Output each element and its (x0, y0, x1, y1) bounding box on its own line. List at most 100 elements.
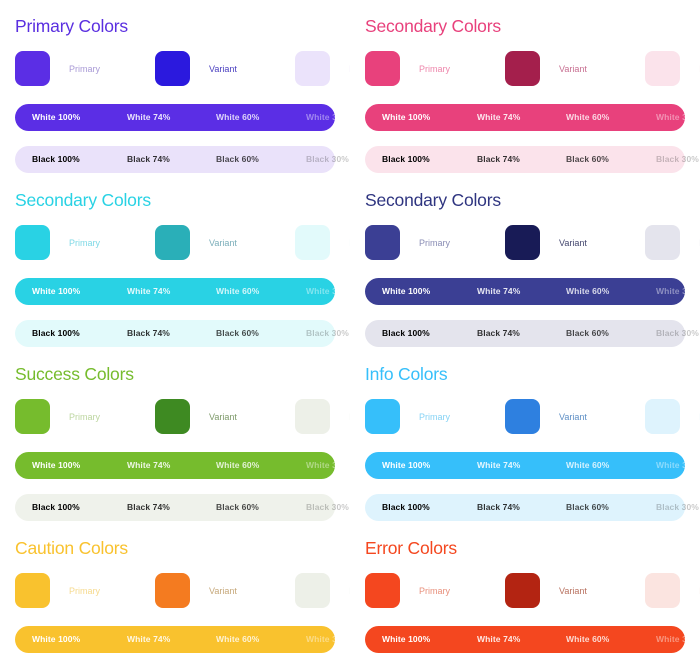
ramp-cell-white-2: White 60% (566, 634, 610, 644)
swatch-cell-variant[interactable]: Variant (155, 225, 295, 260)
ramp-cell-white-1: White 74% (127, 634, 171, 644)
ramp-cell-white-1: White 74% (127, 112, 171, 122)
swatch-cell-variant[interactable]: Variant (155, 399, 295, 434)
color-chip-variant[interactable] (505, 573, 540, 608)
swatch-cell-variant[interactable]: Variant (505, 225, 645, 260)
color-chip-light[interactable] (645, 51, 680, 86)
color-chip-primary[interactable] (15, 51, 50, 86)
color-chip-variant[interactable] (505, 51, 540, 86)
swatch-label-variant: Variant (209, 585, 237, 596)
white-ramp-bar: White 100% White 74% White 60% White 30% (15, 451, 349, 479)
swatch-label-variant: Variant (559, 411, 587, 422)
swatch-cell-primary[interactable]: Primary (365, 399, 505, 434)
swatch-cell-light[interactable]: Light (295, 399, 350, 434)
palette-section: Caution Colors Primary Variant Light White 1… (0, 522, 350, 663)
swatch-cell-light[interactable]: Light (645, 399, 700, 434)
swatch-cell-variant[interactable]: Variant (505, 573, 645, 608)
swatch-label-variant: Variant (559, 585, 587, 596)
ramp-cell-black-1: Black 74% (477, 328, 520, 338)
swatch-cell-primary[interactable]: Primary (365, 573, 505, 608)
color-chip-variant[interactable] (155, 399, 190, 434)
color-chip-primary[interactable] (15, 573, 50, 608)
swatch-row: Primary Variant Light (365, 43, 700, 95)
ramp-cell-black-1: Black 74% (477, 502, 520, 512)
swatch-cell-primary[interactable]: Primary (15, 51, 155, 86)
section-title: Success Colors (15, 364, 134, 384)
color-chip-light[interactable] (295, 51, 330, 86)
ramp-cell-white-0: White 100% (32, 112, 81, 122)
color-chip-light[interactable] (295, 225, 330, 260)
swatch-cell-light[interactable]: Light (645, 573, 700, 608)
section-title: Primary Colors (15, 16, 128, 36)
palette-section: Primary Colors Primary Variant Light White 1… (0, 0, 350, 174)
section-title: Caution Colors (15, 538, 128, 558)
color-chip-primary[interactable] (15, 225, 50, 260)
color-chip-primary[interactable] (365, 573, 400, 608)
section-title: Secondary Colors (15, 190, 151, 210)
color-chip-variant[interactable] (155, 51, 190, 86)
ramp-cell-white-3: White 30% (656, 634, 700, 644)
swatch-cell-light[interactable]: Light (645, 51, 700, 86)
swatch-row: Primary Variant Light (365, 217, 700, 269)
swatch-row: Primary Variant Light (365, 565, 700, 617)
ramp-cell-white-0: White 100% (382, 286, 431, 296)
swatch-cell-light[interactable]: Light (295, 51, 350, 86)
swatch-row: Primary Variant Light (15, 217, 350, 269)
color-chip-light[interactable] (645, 225, 680, 260)
palette-section: Secondary Colors Primary Variant Light White… (0, 174, 350, 348)
color-chip-primary[interactable] (365, 51, 400, 86)
color-chip-light[interactable] (645, 573, 680, 608)
black-ramp-bar: Black 100% Black 74% Black 60% Black 30% (365, 319, 699, 347)
color-chip-variant[interactable] (505, 225, 540, 260)
color-chip-light[interactable] (295, 573, 330, 608)
palette-section: Error Colors Primary Variant Light White 100… (350, 522, 700, 663)
ramp-cell-white-0: White 100% (382, 112, 431, 122)
swatch-cell-primary[interactable]: Primary (365, 51, 505, 86)
black-ramp-bar: Black 100% Black 74% Black 60% Black 30% (15, 319, 349, 347)
swatch-cell-light[interactable]: Light (645, 225, 700, 260)
swatch-cell-primary[interactable]: Primary (15, 573, 155, 608)
white-ramp-bar: White 100% White 74% White 60% White 30% (15, 103, 349, 131)
ramp-cell-white-3: White 30% (306, 286, 350, 296)
black-ramp-bar: Black 100% Black 74% Black 60% Black 30% (15, 145, 349, 173)
swatch-cell-light[interactable]: Light (295, 225, 350, 260)
ramp-cell-white-1: White 74% (127, 286, 171, 296)
color-chip-variant[interactable] (155, 573, 190, 608)
black-ramp-bar: Black 100% Black 74% Black 60% Black 30% (365, 493, 699, 521)
swatch-row: Primary Variant Light (15, 565, 350, 617)
swatch-cell-primary[interactable]: Primary (15, 225, 155, 260)
section-title: Info Colors (365, 364, 448, 384)
swatch-label-variant: Variant (209, 411, 237, 422)
swatch-cell-light[interactable]: Light (295, 573, 350, 608)
swatch-cell-variant[interactable]: Variant (155, 573, 295, 608)
ramp-cell-white-3: White 30% (656, 112, 700, 122)
ramp-cell-white-2: White 60% (216, 112, 260, 122)
swatch-row: Primary Variant Light (15, 43, 350, 95)
ramp-cell-black-0: Black 100% (382, 154, 430, 164)
color-chip-primary[interactable] (15, 399, 50, 434)
swatch-label-variant: Variant (559, 237, 587, 248)
ramp-cell-white-3: White 30% (306, 112, 350, 122)
section-title: Error Colors (365, 538, 457, 558)
ramp-cell-black-1: Black 74% (477, 154, 520, 164)
black-ramp-bar: Black 100% Black 74% Black 60% Black 30% (15, 493, 349, 521)
color-chip-primary[interactable] (365, 399, 400, 434)
swatch-cell-variant[interactable]: Variant (505, 399, 645, 434)
swatch-cell-variant[interactable]: Variant (155, 51, 295, 86)
swatch-cell-variant[interactable]: Variant (505, 51, 645, 86)
ramp-cell-white-0: White 100% (382, 634, 431, 644)
swatch-label-primary: Primary (69, 585, 100, 596)
color-chip-variant[interactable] (155, 225, 190, 260)
ramp-cell-white-3: White 30% (656, 286, 700, 296)
ramp-cell-white-1: White 74% (477, 112, 521, 122)
color-chip-primary[interactable] (365, 225, 400, 260)
color-chip-variant[interactable] (505, 399, 540, 434)
white-ramp-bar: White 100% White 74% White 60% White 30% (365, 277, 699, 305)
swatch-cell-primary[interactable]: Primary (365, 225, 505, 260)
color-chip-light[interactable] (645, 399, 680, 434)
color-chip-light[interactable] (295, 399, 330, 434)
ramp-cell-black-0: Black 100% (382, 328, 430, 338)
black-ramp-bar: Black 100% Black 74% Black 60% Black 30% (365, 145, 699, 173)
swatch-cell-primary[interactable]: Primary (15, 399, 155, 434)
swatch-label-variant: Variant (559, 63, 587, 74)
